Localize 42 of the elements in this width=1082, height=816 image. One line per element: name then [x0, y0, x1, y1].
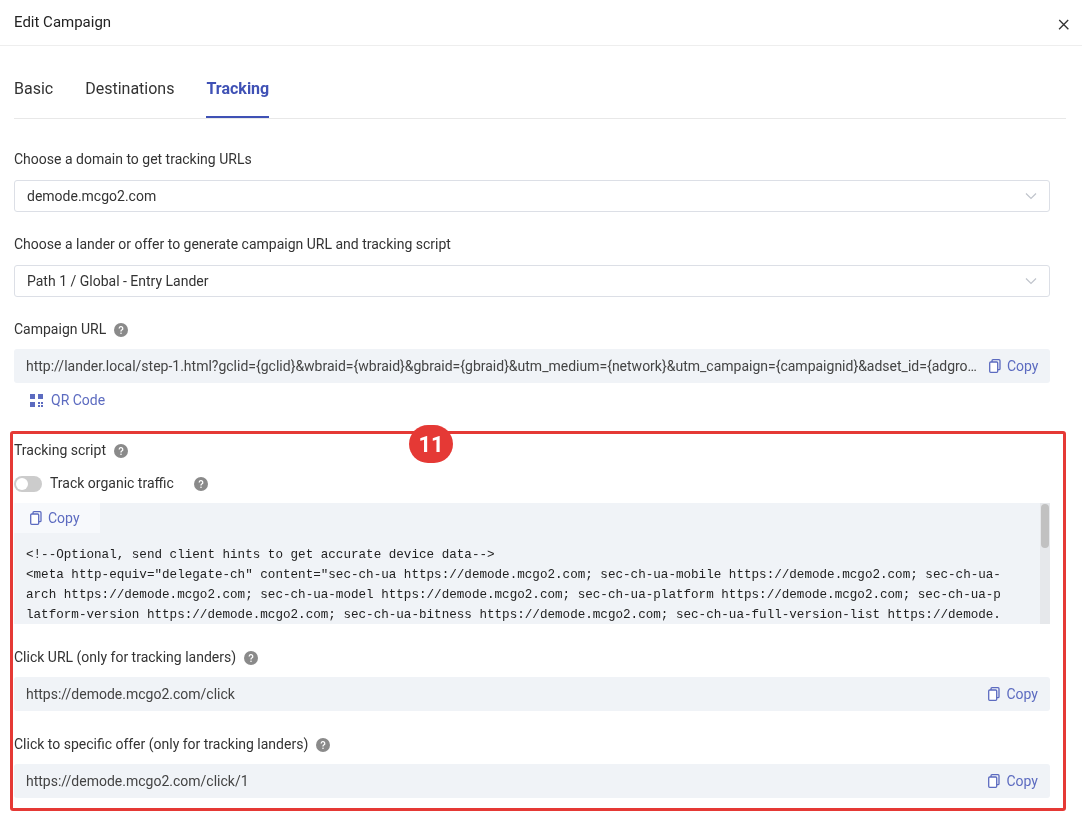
copy-icon: [988, 359, 1001, 373]
field-label: Click URL (only for tracking landers): [14, 648, 237, 668]
field-label: Click to specific offer (only for tracking landers): [14, 735, 309, 754]
toggle-label: Track organic traffic: [50, 474, 174, 493]
tab[interactable]: Basic: [14, 73, 54, 118]
help-icon: [113, 443, 128, 458]
url-text: https://demode.mcgo2.com/click/1: [26, 771, 249, 791]
toggle-switch[interactable]: [14, 475, 42, 492]
select-value: Path 1 / Global - Entry Lander: [27, 271, 209, 291]
help-icon: [114, 322, 129, 337]
url-text: https://demode.mcgo2.com/click: [26, 684, 235, 704]
copy-icon: [30, 511, 42, 525]
code-line: <!--Optional, send client hints to get accurate device data-->: [26, 547, 495, 564]
field-label: Campaign URL: [14, 320, 107, 339]
help-icon: [193, 476, 208, 491]
qr-code-icon: [30, 394, 43, 407]
chevron-down-icon: [1025, 192, 1037, 200]
scrollbar[interactable]: [1040, 503, 1050, 624]
select-field[interactable]: Path 1 / Global - Entry Lander: [14, 265, 1050, 297]
qr-code-link[interactable]: QR Code: [30, 390, 106, 411]
help-icon: [316, 737, 331, 752]
copy-button[interactable]: Copy: [988, 770, 1038, 792]
step-badge: 11: [409, 425, 453, 463]
select-field[interactable]: demode.mcgo2.com: [14, 180, 1050, 212]
code-line: <meta http-equiv="delegate-ch" content="sec-ch-ua https://demode.mcgo2.com; sec-ch-ua-mobile https://demode.mcgo2.com; sec-ch-ua-: [26, 567, 1001, 584]
field-label: Tracking script: [14, 441, 106, 460]
select-value: demode.mcgo2.com: [27, 186, 157, 206]
help-icon: [244, 650, 259, 665]
chevron-down-icon: [1025, 277, 1037, 285]
copy-icon: [988, 687, 1001, 701]
tab[interactable]: Destinations: [85, 73, 175, 118]
code-line: latform-version https://demode.mcgo2.com; sec-ch-ua-bitness https://demode.mcgo2.com; sec-ch-ua-full-version-list https://demode.: [26, 607, 1001, 624]
copy-icon: [988, 774, 1001, 788]
field-label: Choose a domain to get tracking URLs: [14, 150, 252, 169]
close-button[interactable]: ×: [1057, 10, 1070, 35]
copy-button[interactable]: Copy: [988, 355, 1039, 377]
dialog-title: Edit Campaign: [14, 12, 112, 34]
url-text: http://lander.local/step-1.html?gclid={gclid}&wbraid={wbraid}&gbraid={gbraid}&utm_medium={network}&utm_campaign={campaignid}&adset_id={adgro…: [26, 356, 977, 376]
code-line: arch https://demode.mcgo2.com; sec-ch-ua-model https://demode.mcgo2.com; sec-ch-ua-platform https://demode.mcgo2.com; sec-ch-ua-p: [26, 587, 1001, 604]
field-label: Choose a lander or offer to generate campaign URL and tracking script: [14, 235, 451, 254]
copy-button[interactable]: Copy: [988, 683, 1038, 705]
tab[interactable]: Tracking: [206, 73, 270, 118]
